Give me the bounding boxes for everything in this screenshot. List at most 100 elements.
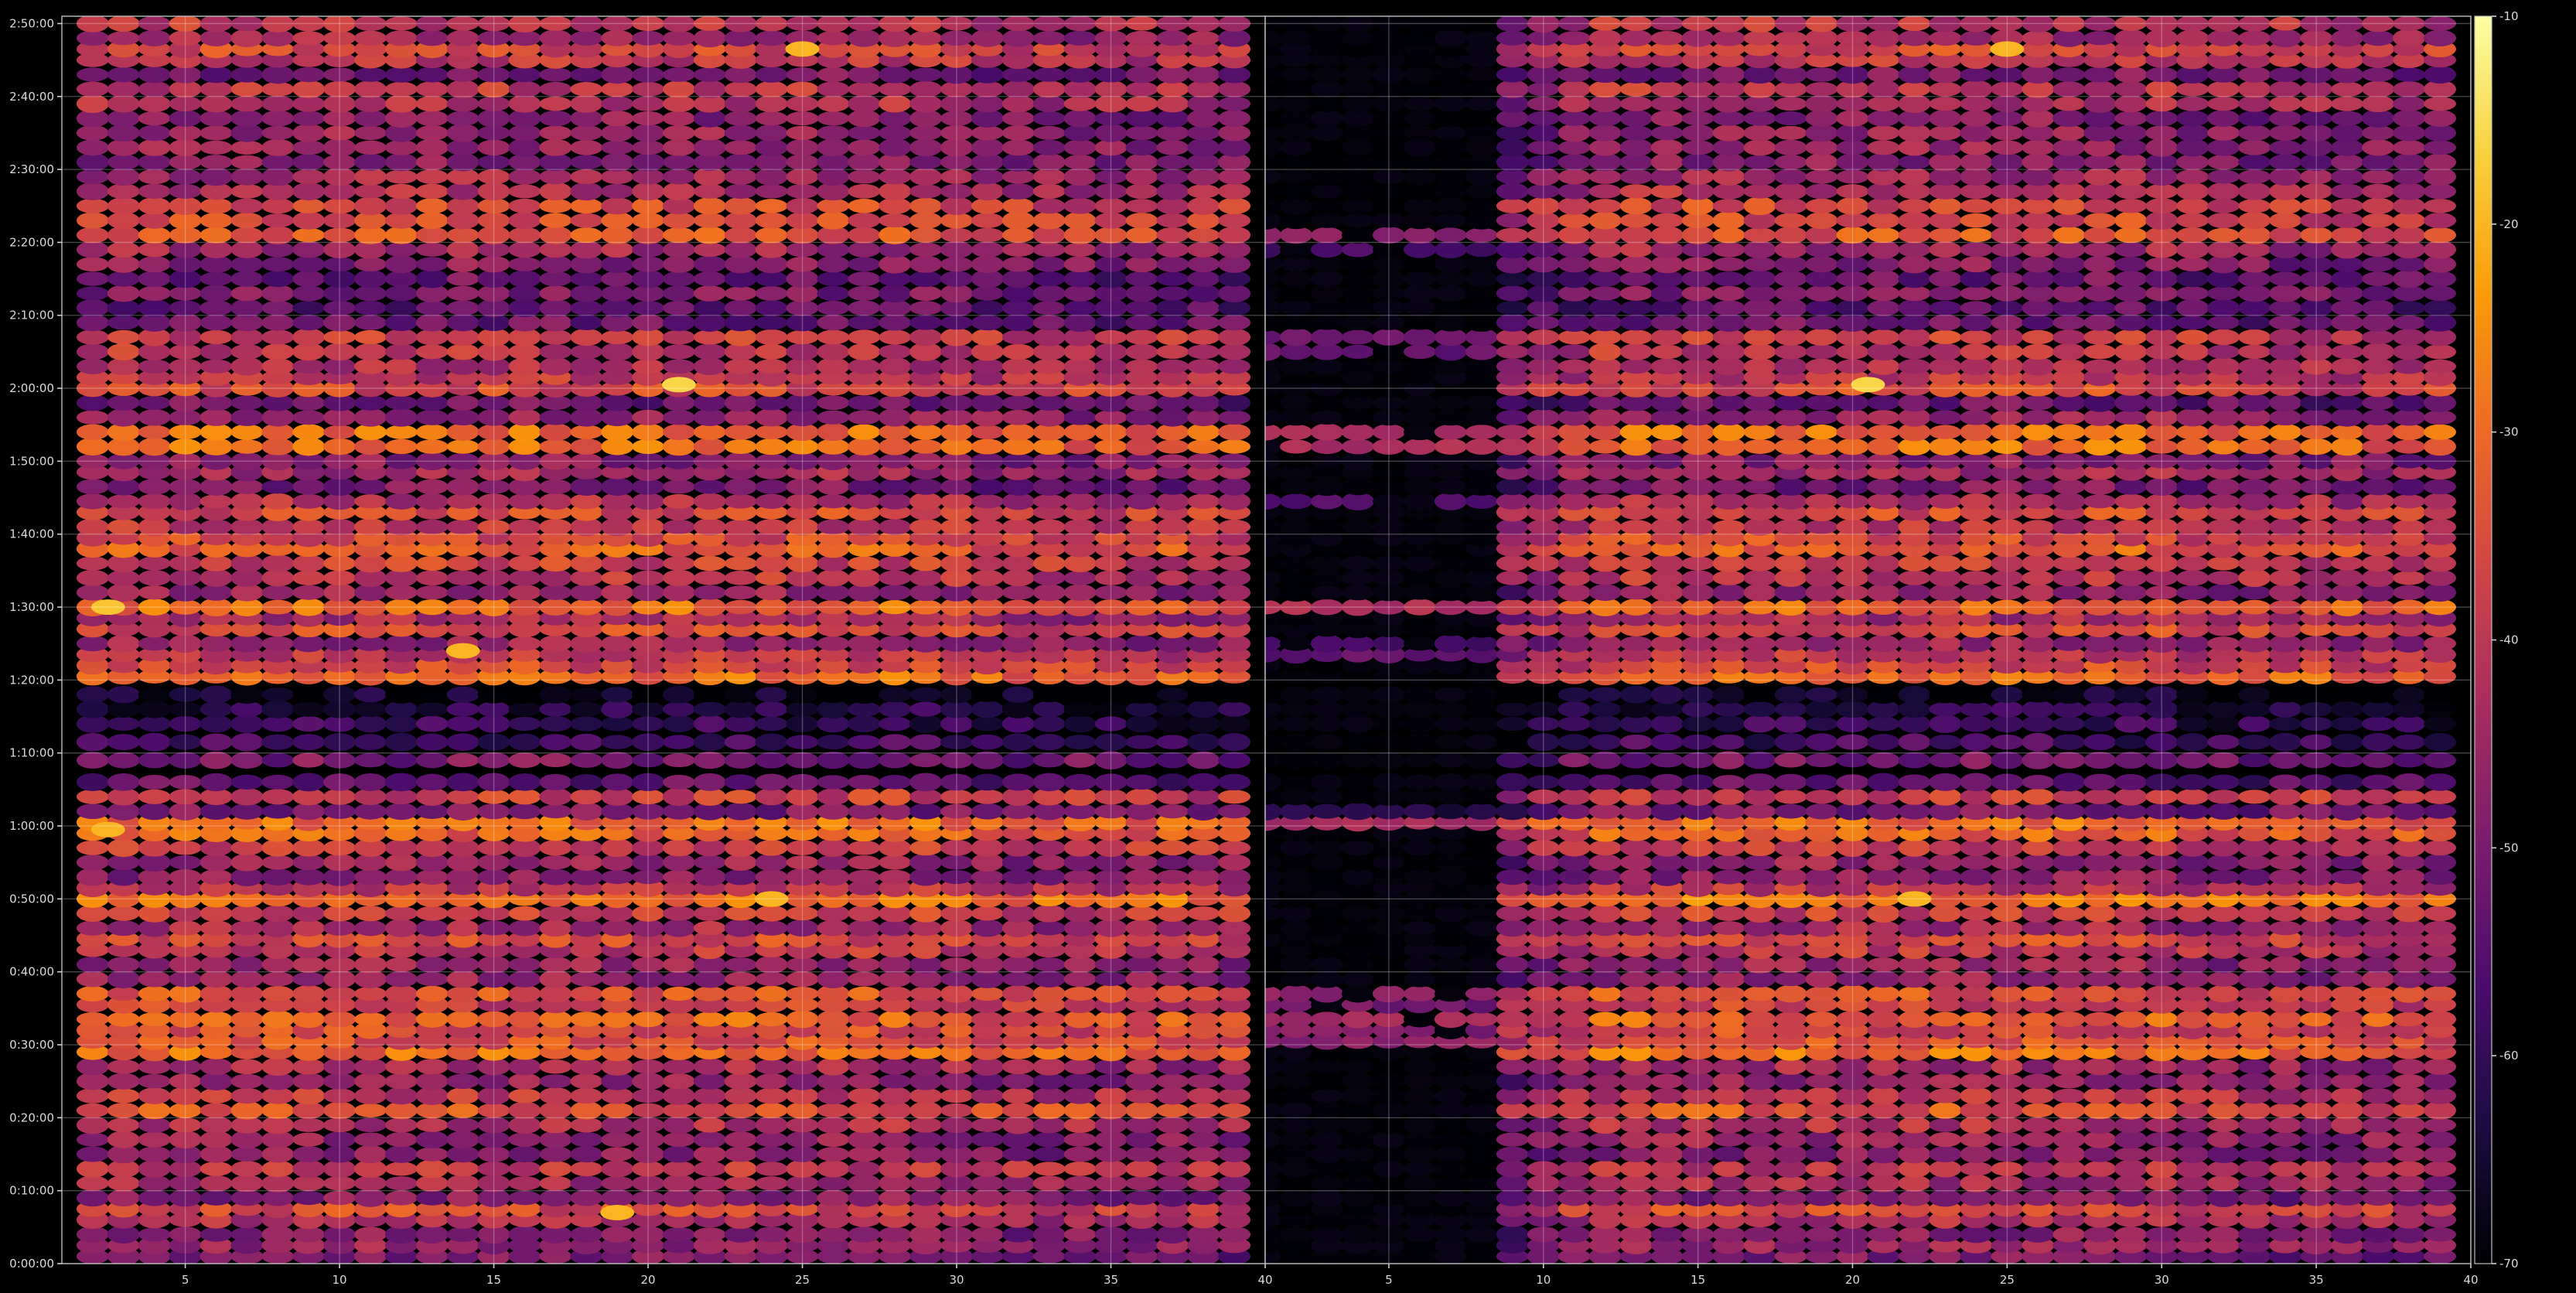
heatmap-cell — [570, 1175, 603, 1192]
heatmap-cell — [1187, 1175, 1220, 1191]
heatmap-cell — [755, 868, 788, 885]
x-tick-label: 35 — [1104, 1273, 1118, 1287]
heatmap-cell — [76, 636, 109, 652]
heatmap-cell — [1156, 855, 1189, 870]
heatmap-cell — [292, 855, 326, 871]
heatmap-cell — [693, 1087, 726, 1104]
heatmap-cell — [601, 1010, 634, 1029]
heatmap-cell — [2424, 869, 2456, 885]
heatmap-cell — [76, 1146, 109, 1162]
heatmap-cell — [909, 840, 943, 856]
heatmap-cell — [354, 919, 387, 936]
heatmap-cell — [200, 715, 233, 733]
heatmap-cell — [817, 584, 850, 601]
heatmap-cell — [446, 153, 479, 172]
heatmap-cell — [354, 986, 387, 1001]
heatmap-cell — [879, 408, 912, 427]
heatmap-cell — [909, 715, 943, 733]
heatmap-cell — [1218, 255, 1251, 273]
heatmap-cell — [2269, 1058, 2302, 1076]
heatmap-cell — [1898, 919, 1931, 937]
heatmap-cell — [1187, 271, 1220, 288]
heatmap-cell — [539, 255, 572, 274]
heatmap-cell — [76, 789, 109, 804]
heatmap-cell — [230, 424, 264, 440]
heatmap-cell — [2424, 1227, 2456, 1242]
heatmap-cell — [539, 554, 572, 572]
heatmap-cell — [1403, 956, 1436, 974]
heatmap-cell — [292, 31, 326, 46]
heatmap-cell — [570, 868, 603, 885]
heatmap-cell — [1218, 284, 1251, 302]
heatmap-cell — [1280, 1101, 1312, 1120]
heatmap-cell — [1063, 300, 1097, 316]
heatmap-cell — [230, 299, 264, 317]
heatmap-cell — [2022, 1103, 2055, 1118]
heatmap-cell — [1310, 789, 1343, 804]
heatmap-cell — [2114, 957, 2148, 973]
heatmap-cell — [107, 1073, 140, 1090]
heatmap-cell — [1434, 1088, 1467, 1104]
heatmap-cell — [2362, 853, 2395, 872]
heatmap-cell — [755, 1059, 788, 1075]
heatmap-cell — [354, 955, 387, 974]
heatmap-cell — [662, 424, 695, 441]
heatmap-cell — [1558, 971, 1591, 987]
heatmap-cell — [2207, 854, 2240, 871]
heatmap-cell — [662, 787, 695, 807]
heatmap-cell — [138, 752, 171, 769]
heatmap-cell — [1280, 1117, 1312, 1134]
heatmap-cell — [2114, 904, 2148, 923]
heatmap-cell — [2424, 1072, 2456, 1090]
heatmap-cell — [1125, 569, 1158, 587]
heatmap-cell — [415, 242, 449, 257]
heatmap-cell — [1341, 790, 1374, 804]
heatmap-cell — [1774, 920, 1807, 936]
heatmap-cell — [848, 241, 881, 258]
heatmap-cell — [1774, 1102, 1807, 1119]
heatmap-cell — [508, 67, 541, 83]
heatmap-cell — [1218, 96, 1251, 111]
heatmap-cell — [76, 855, 109, 871]
heatmap-cell — [755, 701, 788, 718]
heatmap-cell — [2207, 803, 2240, 820]
heatmap-cell — [1960, 919, 1993, 937]
heatmap-cell — [1001, 139, 1035, 156]
heatmap-cell — [1960, 803, 1993, 820]
heatmap-cell — [601, 342, 634, 361]
heatmap-cell — [107, 196, 140, 215]
heatmap-cell — [1280, 905, 1312, 922]
heatmap-cell — [1805, 774, 1838, 790]
heatmap-cell — [384, 635, 418, 653]
heatmap-cell — [1156, 155, 1189, 169]
heatmap-cell — [1496, 956, 1529, 974]
heatmap-cell — [384, 1162, 418, 1176]
heatmap-cell — [138, 1146, 171, 1162]
heatmap-cell — [755, 1073, 788, 1090]
heatmap-cell — [1156, 66, 1189, 84]
heatmap-cell — [662, 519, 695, 534]
x-tick-label: 40 — [1257, 1273, 1272, 1287]
heatmap-cell — [1218, 394, 1251, 412]
heatmap-cell — [724, 439, 757, 454]
heatmap-cell — [1403, 753, 1436, 768]
heatmap-cell — [755, 184, 788, 199]
heatmap-cell — [755, 733, 788, 751]
heatmap-cell — [570, 1131, 603, 1148]
heatmap-cell — [230, 518, 264, 535]
heatmap-cell — [107, 734, 140, 751]
heatmap-cell — [601, 1116, 634, 1134]
heatmap-cell — [1619, 803, 1653, 820]
heatmap-cell — [2083, 1073, 2117, 1090]
heatmap-cell — [292, 169, 326, 185]
heatmap-cell — [230, 479, 264, 495]
heatmap-cell — [76, 241, 109, 258]
heatmap-cell — [1496, 1132, 1529, 1147]
heatmap-cell — [1125, 343, 1158, 360]
heatmap-cell — [2393, 1189, 2426, 1206]
heatmap-cell — [755, 227, 788, 244]
heatmap-cell — [1805, 1102, 1838, 1119]
heatmap-cell — [1156, 213, 1189, 228]
heatmap-cell — [1743, 869, 1776, 885]
heatmap-cell — [1774, 1087, 1807, 1104]
